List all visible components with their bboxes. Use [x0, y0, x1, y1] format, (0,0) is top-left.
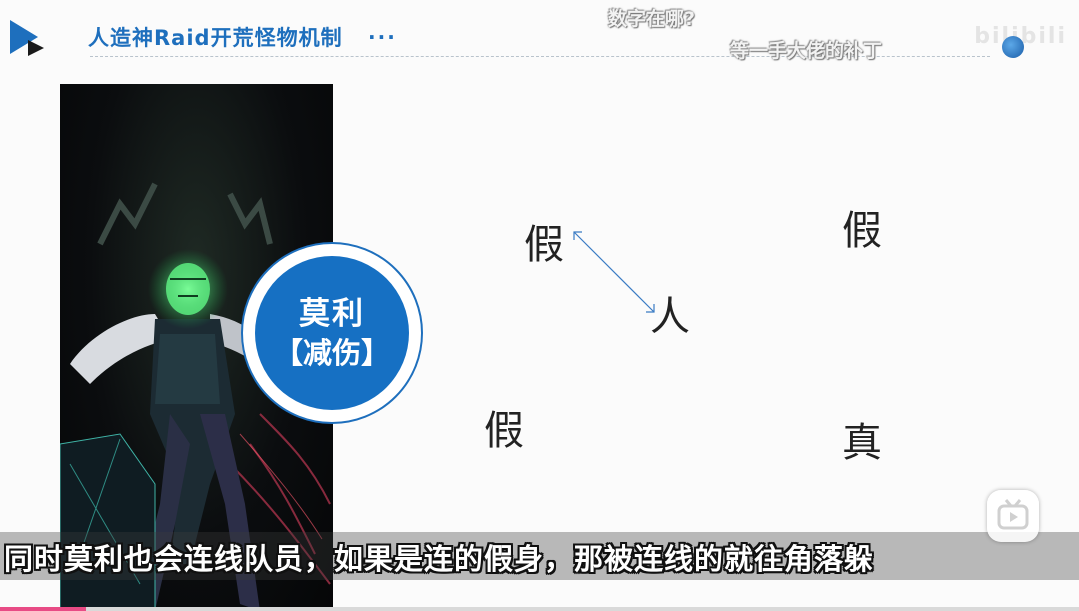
position-bottom-right: 真	[842, 420, 882, 466]
play-button[interactable]	[987, 490, 1039, 542]
danmaku-comment: 数字在哪?	[608, 8, 696, 30]
tether-arrow-icon	[573, 231, 655, 313]
subtitle-bar: 同时莫利也会连线队员，如果是连的假身，那被连线的就往角落躲	[0, 532, 1079, 580]
title-dots: ...	[368, 20, 397, 44]
position-top-right: 假	[842, 208, 882, 254]
video-frame[interactable]: 人造神Raid开荒怪物机制 ... bilibili 数字在哪? 等一手大佬的补…	[0, 0, 1079, 611]
uploader-badge-icon	[1002, 36, 1024, 58]
boss-name-badge: 莫利 【减伤】	[255, 256, 409, 410]
danmaku-comment: 等一手大佬的补丁	[730, 40, 883, 62]
slide-title: 人造神Raid开荒怪物机制	[88, 26, 343, 50]
tv-play-icon	[997, 499, 1029, 530]
position-top-left: 假	[524, 222, 564, 268]
position-bottom-left: 假	[484, 408, 524, 454]
subtitle-text: 同时莫利也会连线队员，如果是连的假身，那被连线的就往角落躲	[4, 542, 875, 576]
video-progress-bar[interactable]	[0, 607, 1079, 611]
boss-name: 莫利	[299, 296, 365, 332]
boss-role: 【减伤】	[273, 336, 390, 370]
play-logo-icon	[10, 20, 44, 56]
progress-fill	[0, 607, 87, 611]
